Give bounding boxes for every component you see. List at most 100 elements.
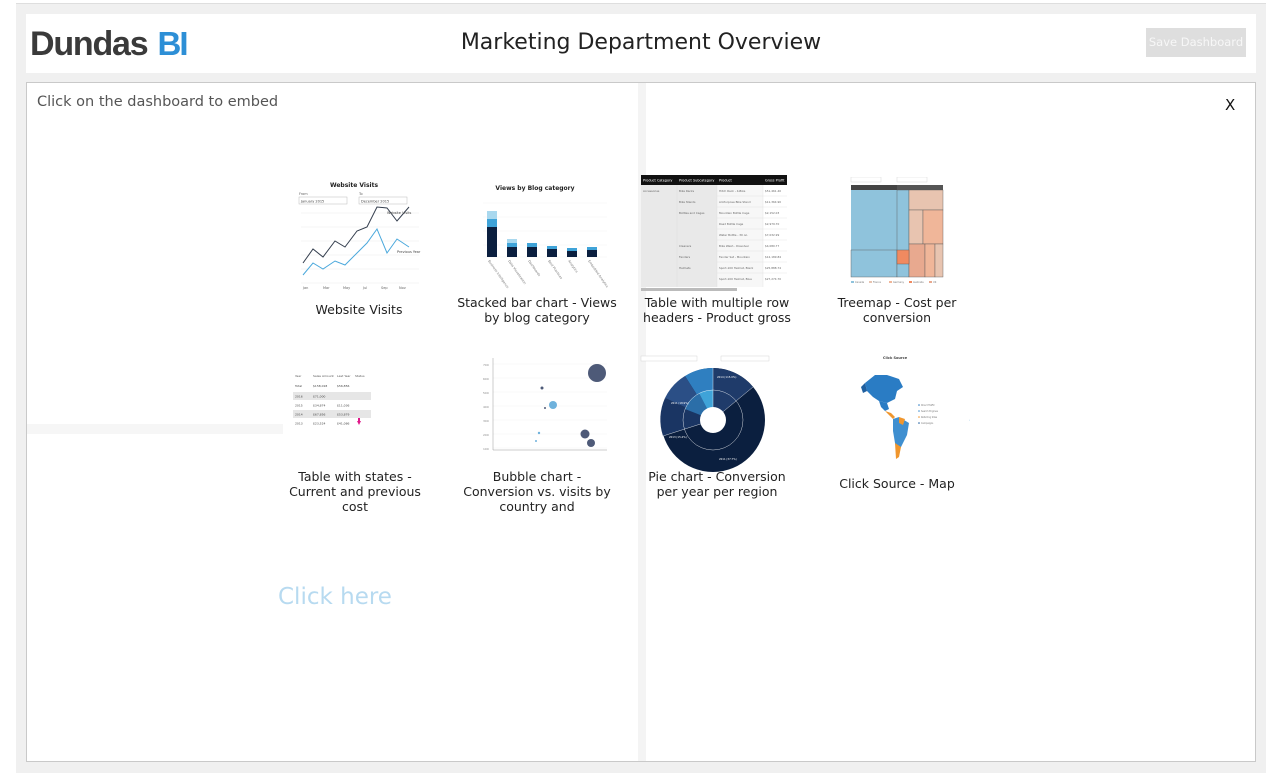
- svg-text:Sep: Sep: [381, 286, 388, 290]
- svg-text:Campaigns: Campaigns: [921, 422, 934, 425]
- svg-text:Sport-100 Helmet, Black: Sport-100 Helmet, Black: [719, 266, 754, 270]
- svg-text:Helmets: Helmets: [679, 266, 691, 270]
- tile-click-source-map[interactable]: Click Source Direct Traffic Search Engin…: [817, 353, 977, 503]
- svg-text:Total: Total: [294, 384, 302, 388]
- thumb-pie-chart: 2014 (115.0%) 2011 (37.7%) 2013 (15.4%) …: [640, 355, 770, 472]
- svg-text:Bike Wash - Dissolver: Bike Wash - Dissolver: [719, 244, 750, 248]
- svg-text:$67,856: $67,856: [313, 413, 325, 417]
- svg-text:700: 700: [483, 363, 489, 367]
- svg-text:Direct Traffic: Direct Traffic: [921, 404, 936, 407]
- svg-text:Sales Amount: Sales Amount: [313, 374, 335, 378]
- tile-table-states[interactable]: Year Sales Amount Last Year Status Total…: [275, 371, 435, 514]
- svg-text:Search Engines: Search Engines: [921, 410, 939, 413]
- thumb-stacked-bar: Views by Blog category Business Intellig…: [483, 185, 609, 289]
- svg-text:$51,461.40: $51,461.40: [765, 189, 781, 193]
- svg-text:Previous Year: Previous Year: [397, 250, 421, 254]
- svg-text:2014 (115.0%): 2014 (115.0%): [717, 375, 736, 379]
- svg-text:Best Practices: Best Practices: [547, 259, 563, 280]
- svg-text:Nov: Nov: [399, 286, 406, 290]
- svg-text:$2,152.03: $2,152.03: [765, 211, 779, 215]
- svg-text:$158,018: $158,018: [313, 384, 327, 388]
- svg-text:Germany: Germany: [893, 281, 905, 284]
- svg-text:$41,086: $41,086: [337, 422, 349, 426]
- svg-text:Road Bottle Cage: Road Bottle Cage: [719, 222, 744, 226]
- svg-text:Click Source: Click Source: [883, 356, 908, 360]
- svg-text:Water Bottle - 30 oz.: Water Bottle - 30 oz.: [719, 233, 748, 237]
- thumb-bubble-chart: 700 600 500 400 300 200 100: [483, 358, 607, 451]
- thumb-website-visits: Website Visits From January 2015 To Dece…: [298, 182, 421, 290]
- svg-text:From: From: [299, 192, 308, 196]
- svg-text:Jul: Jul: [362, 286, 367, 290]
- svg-text:$11,036: $11,036: [337, 404, 349, 408]
- svg-text:Canada: Canada: [855, 281, 865, 284]
- svg-text:Year: Year: [295, 374, 302, 378]
- svg-text:Embedded Analytics: Embedded Analytics: [587, 259, 609, 288]
- svg-text:December 2015: December 2015: [361, 200, 389, 204]
- tile-label: Table with states - Current and previous…: [289, 469, 421, 514]
- svg-text:200: 200: [483, 433, 489, 437]
- svg-text:Accessories: Accessories: [643, 189, 660, 193]
- tile-pie-chart[interactable]: 2014 (115.0%) 2011 (37.7%) 2013 (15.4%) …: [637, 354, 797, 504]
- svg-text:600: 600: [483, 377, 489, 381]
- svg-text:Fender Set - Mountain: Fender Set - Mountain: [719, 255, 750, 259]
- tile-stacked-bar[interactable]: Views by Blog category Business Intellig…: [457, 177, 617, 327]
- svg-text:$12,189.84: $12,189.84: [765, 255, 781, 259]
- tile-label: Table with multiple row headers - Produc…: [643, 295, 791, 325]
- svg-text:$7,032.99: $7,032.99: [765, 233, 779, 237]
- thumb-title: Website Visits: [330, 182, 379, 189]
- thumb-table-row-headers: Product Category Product Subcategory Pro…: [641, 175, 787, 291]
- tile-label: Stacked bar chart - Views by blog catego…: [457, 295, 617, 325]
- svg-text:Sport-100 Helmet, Blue: Sport-100 Helmet, Blue: [719, 277, 752, 281]
- svg-text:Product: Product: [719, 179, 733, 183]
- page-title: Marketing Department Overview: [460, 30, 822, 55]
- svg-text:2011 (18.9%): 2011 (18.9%): [671, 401, 689, 405]
- svg-text:Cleaners: Cleaners: [679, 244, 692, 248]
- svg-text:$53,879: $53,879: [337, 413, 349, 417]
- tile-website-visits[interactable]: Website Visits From January 2015 To Dece…: [279, 177, 439, 327]
- svg-text:Status: Status: [355, 374, 365, 378]
- svg-text:Analytics: Analytics: [567, 259, 579, 273]
- embed-panel: Click on the dashboard to embed X Click …: [26, 82, 1256, 762]
- svg-text:Product Subcategory: Product Subcategory: [679, 179, 714, 183]
- tile-label: Pie chart - Conversion per year per regi…: [648, 469, 786, 499]
- close-icon[interactable]: X: [1225, 96, 1235, 114]
- tile-label: Click Source - Map: [839, 476, 955, 491]
- svg-text:›: ›: [969, 418, 970, 422]
- dashboard-header: Dundas BI Marketing Department Overview …: [26, 14, 1256, 73]
- svg-text:Hitch Rack - 4-Bike: Hitch Rack - 4-Bike: [719, 189, 746, 193]
- svg-text:Mountain Bottle Cage: Mountain Bottle Cage: [719, 211, 750, 215]
- svg-text:$4,080.77: $4,080.77: [765, 244, 779, 248]
- tile-label: Website Visits: [315, 302, 403, 317]
- svg-text:500: 500: [483, 391, 489, 395]
- svg-text:400: 400: [483, 405, 489, 409]
- panel-divider-horizontal: [27, 424, 283, 434]
- embed-hint-text: Click on the dashboard to embed: [37, 94, 279, 110]
- click-here-link[interactable]: Click here: [278, 584, 392, 610]
- svg-text:Business Intelligence: Business Intelligence: [487, 259, 510, 289]
- svg-text:2011 (37.7%): 2011 (37.7%): [719, 457, 737, 461]
- tile-bubble-chart[interactable]: 700 600 500 400 300 200 100 Bubble chart - C…: [457, 354, 617, 514]
- svg-text:Australia: Australia: [913, 281, 924, 284]
- svg-text:Mar: Mar: [323, 286, 330, 290]
- svg-text:$34,874: $34,874: [313, 404, 325, 408]
- svg-text:May: May: [343, 286, 350, 290]
- svg-text:Fenders: Fenders: [679, 255, 691, 259]
- svg-text:2014: 2014: [295, 413, 303, 417]
- svg-text:Referring Sites: Referring Sites: [921, 416, 938, 419]
- svg-text:2015: 2015: [295, 404, 303, 408]
- svg-text:$25,888.74: $25,888.74: [765, 266, 781, 270]
- svg-text:All-Purpose Bike Stand: All-Purpose Bike Stand: [719, 200, 751, 204]
- svg-text:France: France: [873, 281, 881, 284]
- svg-text:Dashboards: Dashboards: [527, 259, 541, 277]
- svg-text:UK: UK: [933, 281, 937, 284]
- save-dashboard-button[interactable]: Save Dashboard: [1146, 28, 1246, 57]
- svg-text:Bike Stands: Bike Stands: [679, 200, 696, 204]
- svg-text:Bottles and Cages: Bottles and Cages: [679, 211, 705, 215]
- svg-text:Data Visualization: Data Visualization: [507, 259, 527, 285]
- tile-table-row-headers[interactable]: Product Category Product Subcategory Pro…: [637, 175, 797, 325]
- tile-label: Bubble chart - Conversion vs. visits by …: [463, 469, 611, 514]
- thumb-treemap: Canada France Germany Australia UK: [850, 177, 944, 284]
- thumb-title: Views by Blog category: [495, 185, 574, 192]
- tile-treemap[interactable]: Canada France Germany Australia UK Treem…: [817, 177, 977, 327]
- svg-text:$27,274.70: $27,274.70: [765, 277, 781, 281]
